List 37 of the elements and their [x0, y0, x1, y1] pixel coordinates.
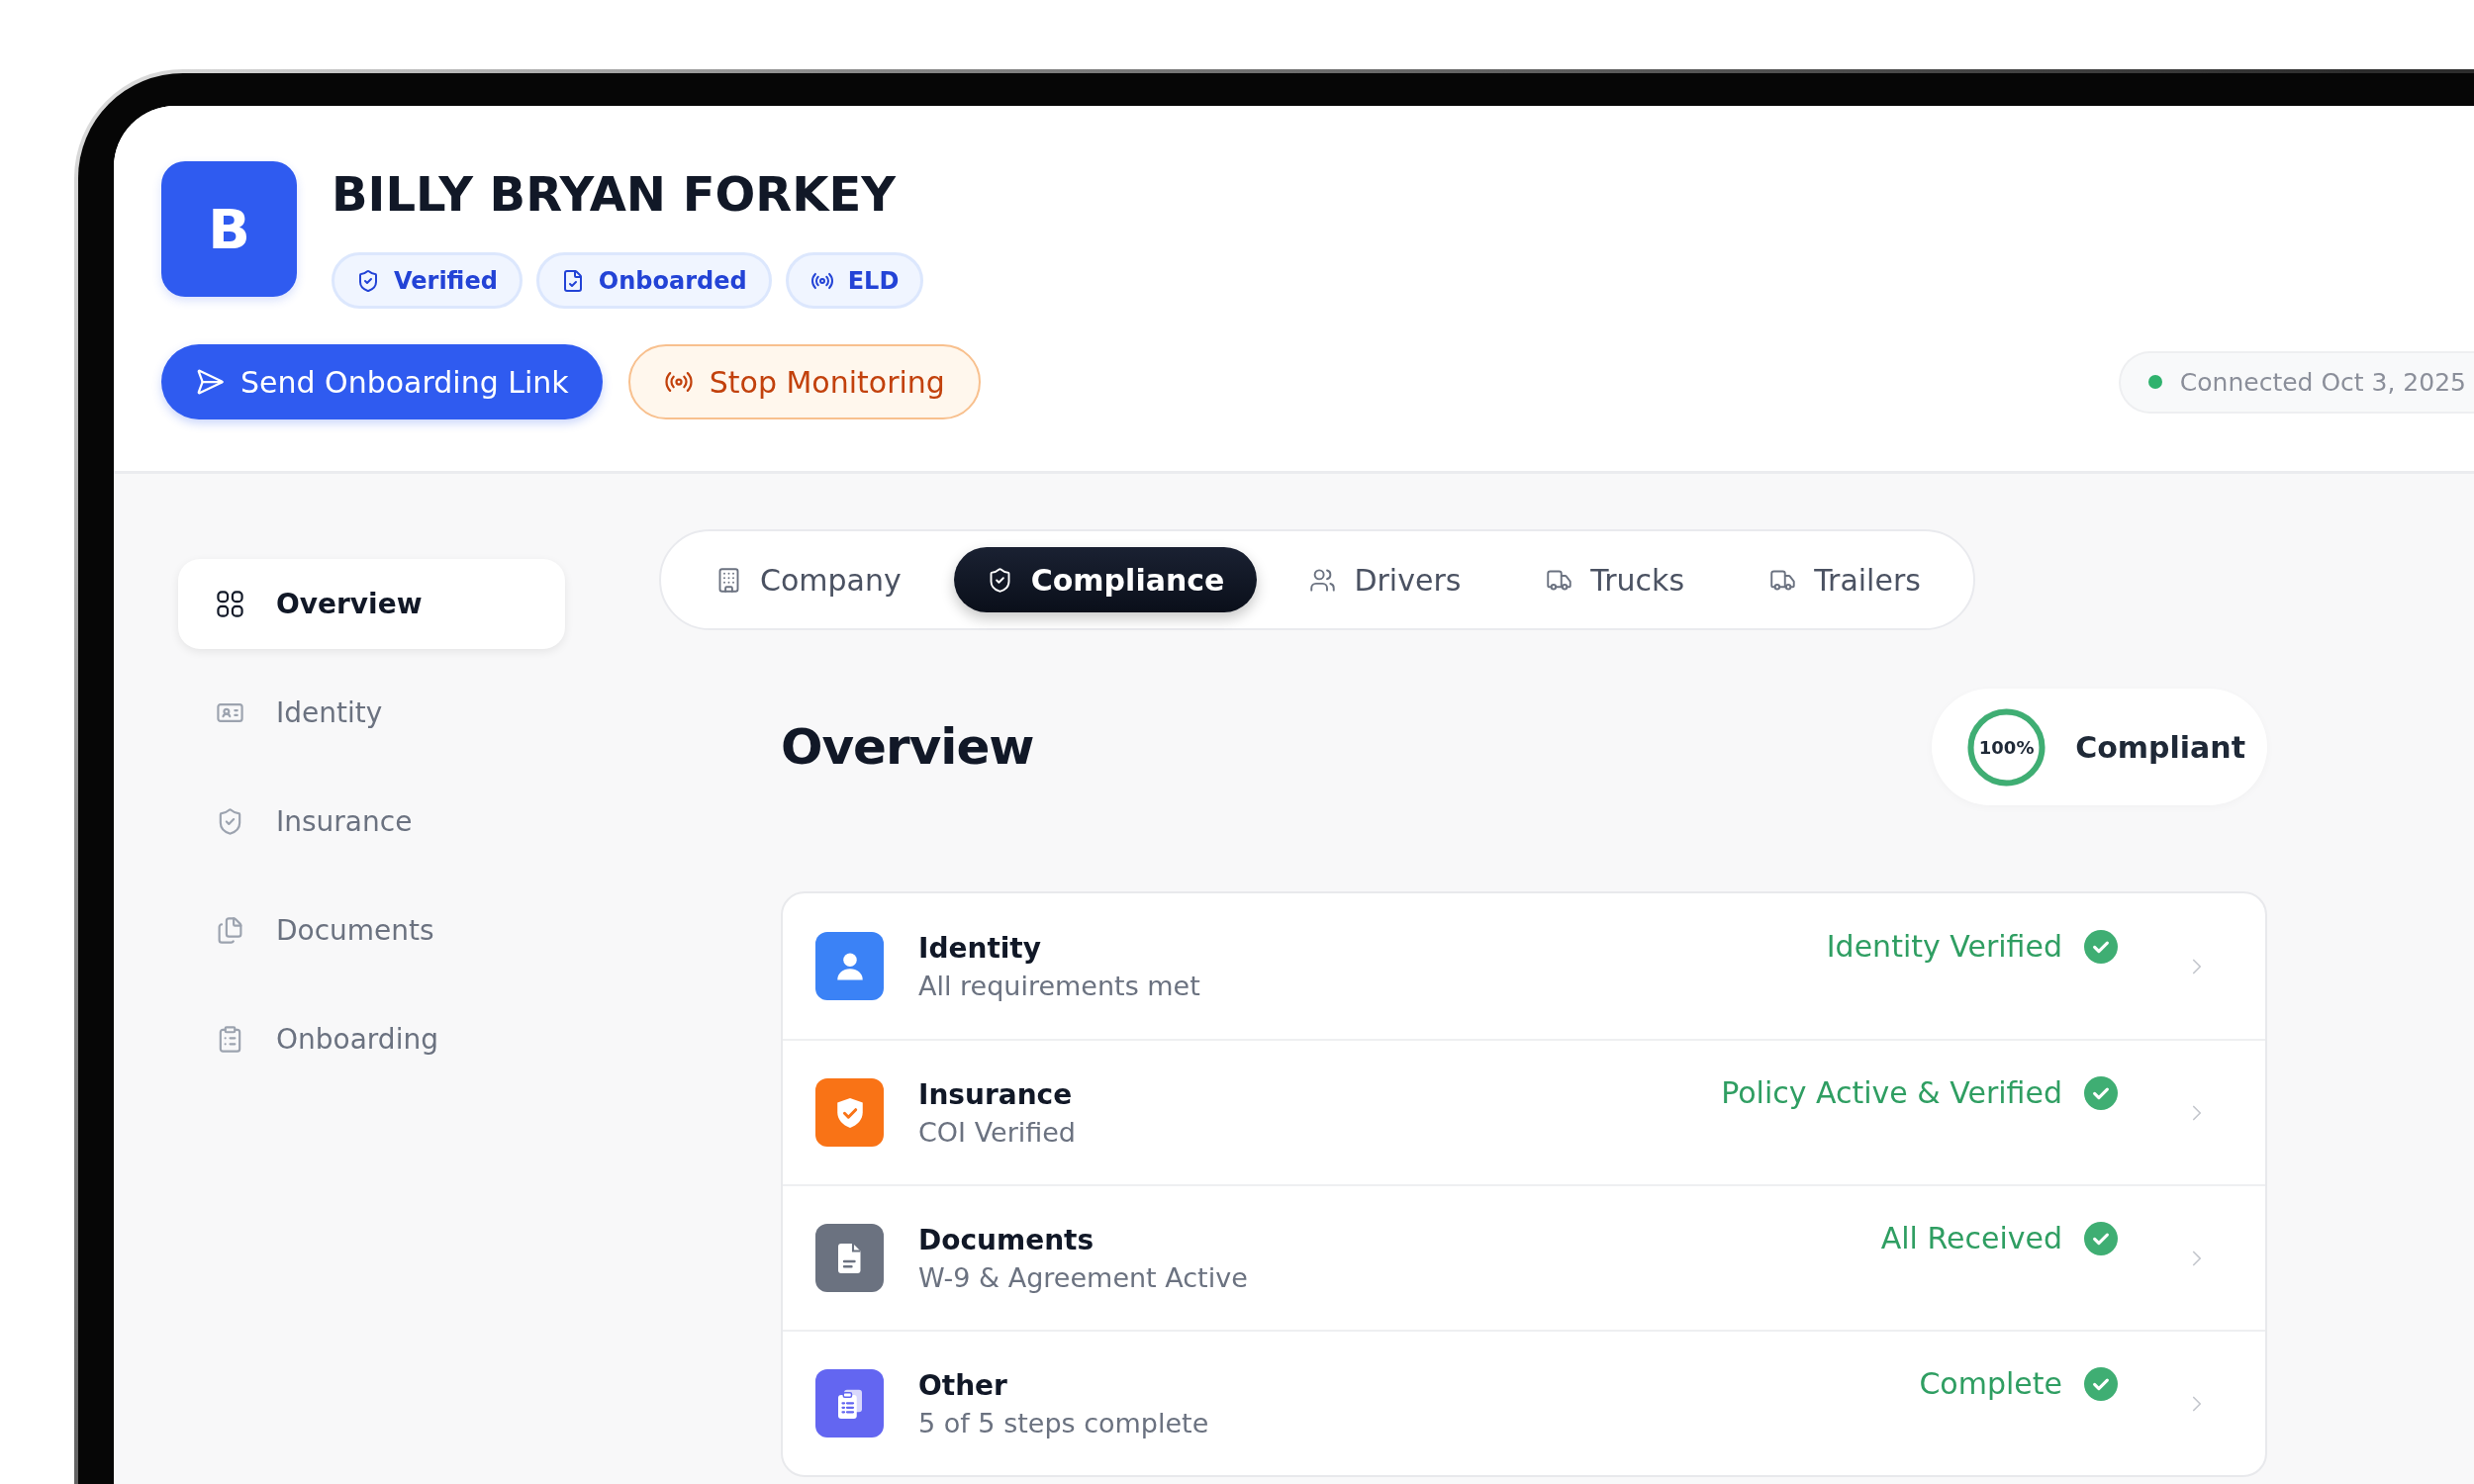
tab[interactable]: Trailers: [1737, 547, 1953, 612]
shield-check-icon: [356, 268, 380, 293]
row-title: Documents: [918, 1223, 1094, 1256]
connection-label: Connected Oct 3, 2025: [2179, 367, 2466, 397]
sidebar-item[interactable]: Insurance: [178, 777, 565, 867]
status-text: Identity Verified: [1826, 929, 2062, 964]
status-text: Policy Active & Verified: [1721, 1075, 2062, 1110]
status-text: Complete: [1919, 1366, 2062, 1401]
paper-plane-icon: [195, 367, 225, 397]
status-text: All Received: [1880, 1221, 2062, 1255]
row-title: Other: [918, 1368, 1007, 1402]
sidebar-item[interactable]: Documents: [178, 885, 565, 975]
badge-label: Onboarded: [598, 266, 747, 295]
row-subtitle: COI Verified: [918, 1116, 1076, 1148]
tab[interactable]: Compliance: [953, 547, 1258, 612]
tab[interactable]: Company: [683, 547, 934, 612]
row-subtitle: W-9 & Agreement Active: [918, 1261, 1248, 1293]
badge-label: ELD: [847, 266, 900, 295]
section-title: Overview: [781, 718, 1034, 776]
tab[interactable]: Trucks: [1513, 547, 1718, 612]
sidebar-item[interactable]: Onboarding: [178, 994, 565, 1084]
send-link-button[interactable]: Send Onboarding Link: [161, 344, 603, 419]
compliance-label: Compliant: [2075, 729, 2245, 765]
row-subtitle: All requirements met: [918, 970, 1200, 1001]
files-icon: [216, 916, 244, 945]
row-title: Identity: [918, 931, 1041, 965]
tab[interactable]: Drivers: [1277, 547, 1494, 612]
sidebar-item[interactable]: Overview: [178, 559, 565, 649]
badge-label: Verified: [394, 266, 498, 295]
stop-monitoring-button[interactable]: Stop Monitoring: [627, 344, 981, 419]
row-subtitle: 5 of 5 steps complete: [918, 1407, 1209, 1438]
profile-name: BILLY BRYAN FORKEY: [332, 165, 897, 223]
sidebar-item[interactable]: Identity: [178, 668, 565, 758]
users-icon: [1309, 566, 1337, 594]
avatar: B: [161, 161, 297, 297]
grid-icon: [216, 590, 244, 618]
row-title: Insurance: [918, 1077, 1073, 1111]
